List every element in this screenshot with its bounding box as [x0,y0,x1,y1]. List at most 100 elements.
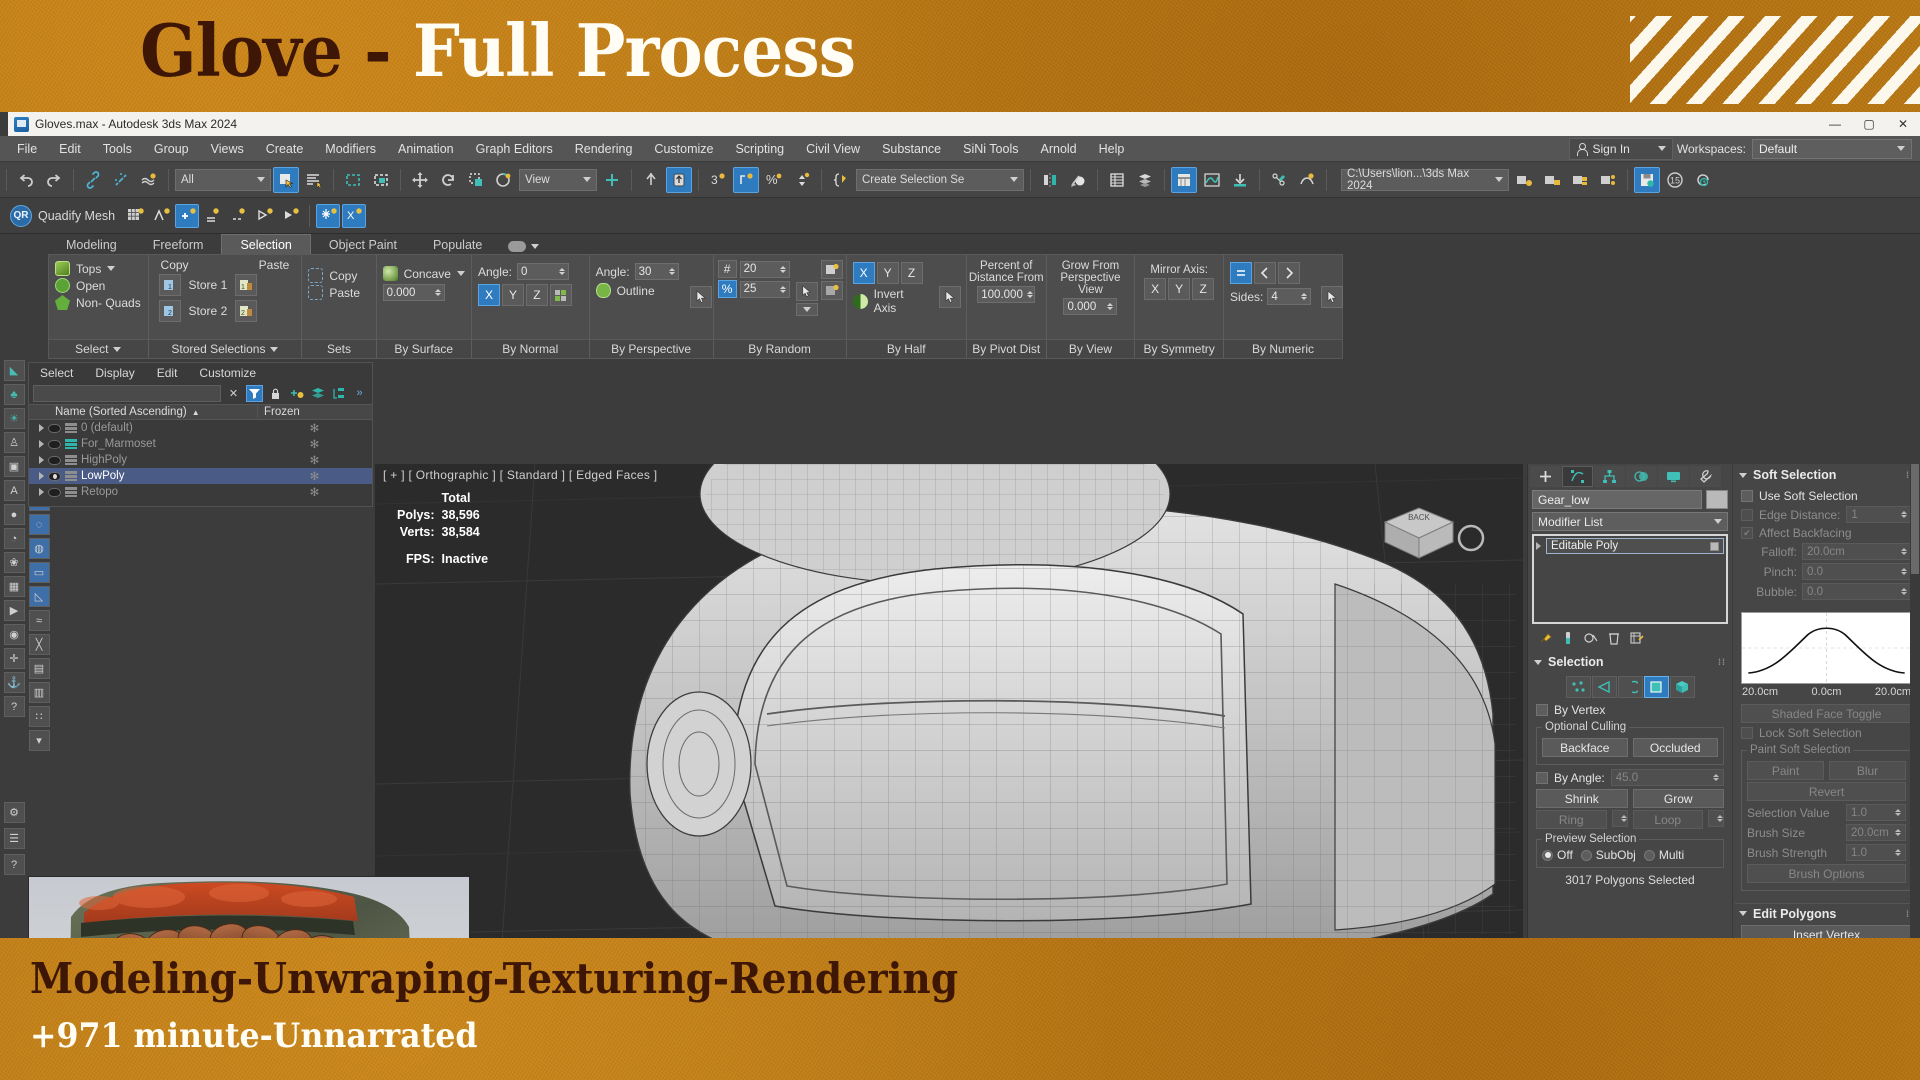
person-tool-icon[interactable]: ♙ [3,432,25,453]
by-half-axis-y[interactable]: Y [876,262,899,284]
next-icon[interactable] [1278,262,1300,284]
expand-triangle-icon[interactable] [39,472,44,480]
brush-size-row[interactable]: Brush Size 20.0cm [1747,824,1906,841]
by-normal-axis-x[interactable]: X [477,284,500,306]
store1-copy-icon[interactable]: 1 [158,274,181,296]
lock-soft-selection-row[interactable]: Lock Soft Selection [1741,726,1912,740]
by-random-count-value[interactable]: 20 [739,260,790,278]
object-name-field[interactable]: Gear_low [1532,490,1702,509]
collapse-triangle-icon[interactable] [1534,659,1542,665]
backface-button[interactable]: Backface [1542,738,1628,757]
material-editor-icon[interactable] [1266,167,1292,193]
explorer-row-0-default[interactable]: 0 (default) ✻ [29,420,372,436]
spinner-arrows-icon[interactable] [789,167,815,193]
make-unique-icon[interactable] [1582,629,1599,646]
rectangular-region-icon[interactable] [340,167,366,193]
affect-backfacing-row[interactable]: ✔ Affect Backfacing [1741,526,1912,540]
search-input[interactable] [33,384,221,402]
hierarchy-icon[interactable] [330,385,347,402]
snowflake-icon[interactable] [316,203,341,228]
unlink-icon[interactable] [108,167,134,193]
visibility-icon[interactable] [48,471,61,481]
explorer-row-for-marmoset[interactable]: For_Marmoset ✻ [29,436,372,452]
lock-icon[interactable] [267,385,284,402]
select-and-manipulate-icon[interactable] [638,167,664,193]
snowflake-icon[interactable]: ✻ [257,453,372,467]
layers-icon[interactable] [309,385,326,402]
filter-cameras-icon[interactable]: ▭ [28,562,50,583]
explorer-column-name[interactable]: Name (Sorted Ascending) ▲ [29,406,257,418]
filter-bones-icon[interactable]: ╳ [28,634,50,655]
mirror-icon[interactable] [1037,167,1063,193]
modify-tab[interactable] [1562,465,1593,487]
snowflake-icon[interactable]: ✻ [257,421,372,435]
curve-editor-icon[interactable] [1199,167,1225,193]
filter-lights-icon[interactable]: ◍ [28,538,50,559]
by-half-axis-z[interactable]: Z [900,262,923,284]
explorer-row-lowpoly[interactable]: LowPoly ✻ [29,468,372,484]
play-tool-icon[interactable]: ▶ [3,600,25,621]
filter-xrefs-icon[interactable]: ▥ [28,682,50,703]
tree-icon[interactable]: ♣ [3,384,25,405]
menu-item-substance[interactable]: Substance [871,136,952,162]
by-view-value[interactable]: 0.000 [1063,298,1118,315]
menu-item-civil-view[interactable]: Civil View [795,136,871,162]
bubble-value[interactable]: 0.0 [1802,583,1912,600]
filter-helpers-icon[interactable]: ◺ [28,586,50,607]
render-frame-icon[interactable] [1539,167,1565,193]
menu-item-rendering[interactable]: Rendering [564,136,644,162]
ring-spinner[interactable] [1611,810,1628,827]
paint-button[interactable]: Paint [1747,761,1824,780]
create-shape-icon[interactable]: ◣ [3,360,25,381]
by-vertex-checkbox[interactable] [1536,704,1548,716]
autobackup-icon[interactable]: 15 [1662,167,1688,193]
visibility-icon[interactable] [48,423,61,433]
hierarchy-tab[interactable] [1594,465,1625,487]
render-setup-icon[interactable] [1294,167,1320,193]
sun-icon[interactable]: ☀ [3,408,25,429]
edge-distance-checkbox[interactable] [1741,508,1753,521]
modifier-stack[interactable]: Editable Poly [1532,534,1728,624]
collapse-triangle-icon[interactable] [1739,911,1747,916]
sphere-tool-icon[interactable]: ● [3,504,25,525]
shrink-button[interactable]: Shrink [1536,789,1628,808]
explorer-row-highpoly[interactable]: HighPoly ✻ [29,452,372,468]
ribbon-tab-modeling[interactable]: Modeling [48,234,135,254]
by-surface-value[interactable]: 0.000 [382,284,445,301]
explorer-menu-select[interactable]: Select [29,366,84,380]
redo-icon[interactable] [41,167,67,193]
grow-button[interactable]: Grow [1632,789,1724,808]
select-tool-icon[interactable]: ▣ [3,456,25,477]
menu-item-arnold[interactable]: Arnold [1030,136,1088,162]
display-tab[interactable] [1658,465,1689,487]
shaded-face-toggle-button[interactable]: Shaded Face Toggle [1741,704,1912,723]
brush-size-field[interactable]: 20.0cm [1846,824,1906,841]
selection-filter-dropdown[interactable]: All [175,168,271,191]
selection-value-field[interactable]: 1.0 [1846,804,1906,821]
ribbon-select-open[interactable]: Open [49,277,148,294]
brush-options-button[interactable]: Brush Options [1747,864,1906,883]
selection-rollout-header[interactable]: Selection ⁞⁞ [1530,653,1730,671]
edit-named-selection-icon[interactable] [828,167,854,193]
eye-tool-icon[interactable]: ◉ [3,624,25,645]
ribbon-tab-options[interactable] [500,239,547,254]
filter-more-icon[interactable]: ▾ [28,730,50,751]
soft-selection-header[interactable]: Soft Selection ⁞⁞ [1735,466,1918,484]
maximize-button[interactable]: ▢ [1852,112,1886,136]
menu-item-edit[interactable]: Edit [48,136,92,162]
edge-icon[interactable] [1591,676,1617,698]
filter-spacewarps-icon[interactable]: ≈ [28,610,50,631]
pinch-row[interactable]: Pinch: 0.0 [1741,563,1912,580]
snowflake-icon[interactable]: ✻ [257,485,372,499]
store1-paste-icon[interactable]: 1 [235,274,258,296]
use-soft-selection-row[interactable]: Use Soft Selection [1741,489,1912,503]
preview-subobj-radio[interactable]: SubObj [1580,848,1636,862]
explorer-column-frozen[interactable]: Frozen [257,406,372,418]
snowflake-icon[interactable]: ✻ [257,437,372,451]
schematic-view-icon[interactable] [1227,167,1253,193]
explorer-menu-edit[interactable]: Edit [146,366,189,380]
by-numeric-picker[interactable] [1321,286,1344,308]
menu-item-group[interactable]: Group [143,136,200,162]
explorer-menu-customize[interactable]: Customize [188,366,267,380]
by-half-picker[interactable] [938,286,961,308]
